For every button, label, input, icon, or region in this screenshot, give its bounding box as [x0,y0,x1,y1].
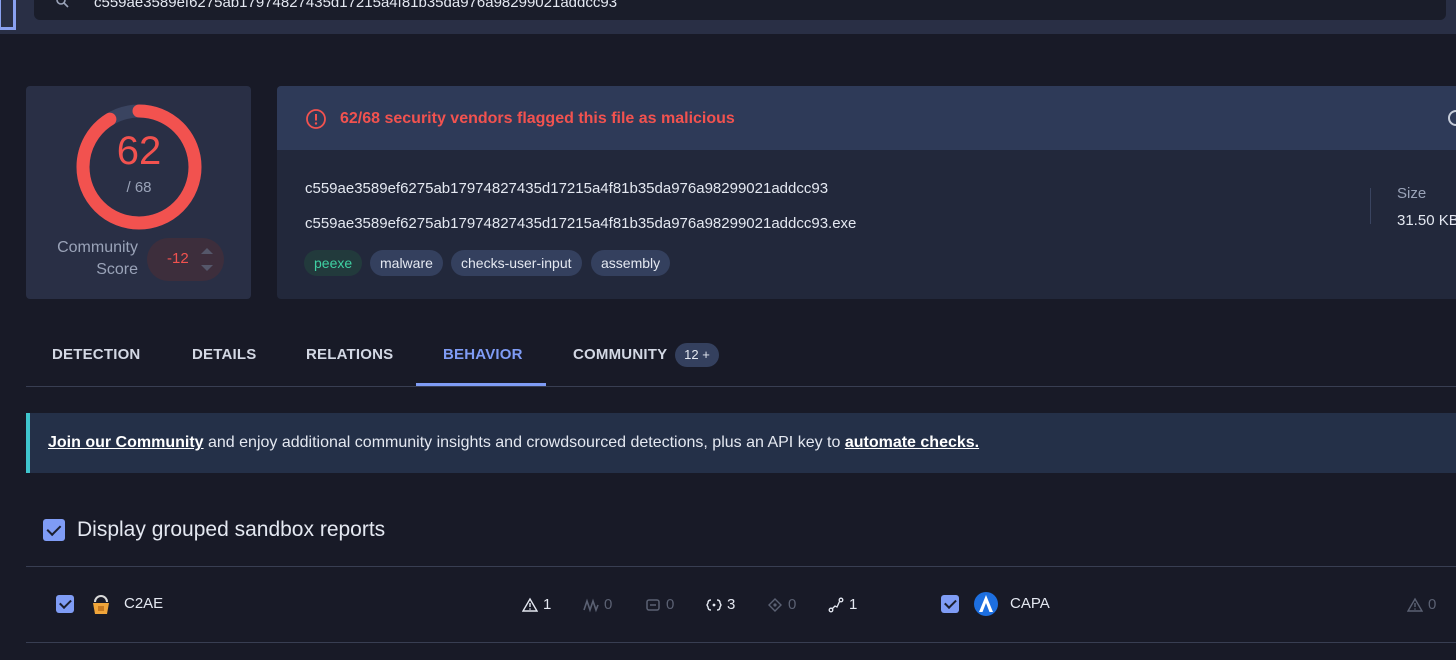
vote-down-icon[interactable] [201,265,213,271]
stat-mitre[interactable]: 0 [583,596,612,613]
row-divider [26,642,1456,643]
warning-icon [522,597,538,612]
tag-checks-user-input[interactable]: checks-user-input [451,250,582,276]
stat-alerts-value: 1 [543,596,552,613]
network-icon [768,597,782,612]
tag-malware[interactable]: malware [370,250,443,276]
tab-detection[interactable]: DETECTION [52,346,140,363]
stat-processes-value: 1 [849,596,858,613]
community-score-value: -12 [167,250,189,267]
file-name: c559ae3589ef6275ab17974827435d17215a4f81… [305,215,857,232]
stat-processes[interactable]: 1 [828,596,857,613]
banner-text: Join our Community and enjoy additional … [48,434,979,452]
mitre-icon [583,597,599,613]
reanalyze-icon[interactable] [1448,110,1456,126]
tab-details[interactable]: DETAILS [192,346,256,363]
c2ae-logo-icon [93,595,109,614]
size-divider [1370,188,1371,224]
stat-alerts-capa[interactable]: 0 [1407,596,1436,613]
search-icon[interactable] [55,0,69,8]
community-banner: Join our Community and enjoy additional … [26,413,1456,473]
community-label-line2: Score [96,261,138,278]
size-value: 31.50 KB [1397,212,1456,229]
alert-circle-icon [306,109,326,129]
sandbox-name-c2ae[interactable]: C2AE [124,595,163,612]
sandbox-name-capa[interactable]: CAPA [1010,595,1050,612]
automate-checks-link[interactable]: automate checks. [845,434,979,451]
community-count-badge: 12 + [675,343,719,367]
stat-alerts-capa-value: 0 [1428,596,1437,613]
warning-icon [1407,597,1423,612]
tag-assembly[interactable]: assembly [591,250,671,276]
size-label: Size [1397,185,1427,202]
top-bar: c559ae3589ef6275ab17974827435d17215a4f81… [0,0,1456,34]
join-community-link[interactable]: Join our Community [48,434,204,451]
sandbox-checkbox-capa[interactable] [941,595,959,613]
search-input[interactable]: c559ae3589ef6275ab17974827435d17215a4f81… [94,0,617,11]
menu-toggle[interactable] [0,0,16,30]
tabs-divider [26,386,1456,387]
community-label-line1: Community [57,239,138,256]
stat-sigma[interactable]: 3 [706,596,735,613]
grouped-reports-checkbox[interactable] [43,519,65,541]
sigma-rules-icon [706,598,722,611]
file-hash: c559ae3589ef6275ab17974827435d17215a4f81… [305,180,829,197]
community-score-label: Community Score [40,237,138,281]
grouped-reports-label: Display grouped sandbox reports [77,518,386,541]
sandbox-checkbox-c2ae[interactable] [56,595,74,613]
tag-peexe[interactable]: peexe [304,250,363,276]
tab-behavior[interactable]: BEHAVIOR [443,346,523,363]
banner-middle-text: and enjoy additional community insights … [203,434,845,451]
process-tree-icon [828,597,844,612]
detection-count: 62 [116,129,162,173]
stat-alerts[interactable]: 1 [522,596,551,613]
stat-mitre-value: 0 [604,596,613,613]
community-score-pill: -12 [147,238,224,281]
capa-logo-icon [974,592,998,616]
stat-ids[interactable]: 0 [645,596,674,613]
file-info-card: 62/68 security vendors flagged this file… [277,86,1456,299]
stat-sigma-value: 3 [727,596,736,613]
detection-total: / 68 [126,179,152,196]
tab-community[interactable]: COMMUNITY [573,346,667,363]
row-divider [26,566,1456,567]
stat-network[interactable]: 0 [767,596,796,613]
stat-ids-value: 0 [666,596,675,613]
stat-network-value: 0 [788,596,797,613]
alert-text: 62/68 security vendors flagged this file… [340,110,735,127]
alert-header: 62/68 security vendors flagged this file… [277,86,1456,150]
vote-up-icon[interactable] [201,248,213,254]
tab-relations[interactable]: RELATIONS [306,346,393,363]
detection-score-card: 62 / 68 Community Score -12 [26,86,251,299]
ids-icon [646,598,660,611]
